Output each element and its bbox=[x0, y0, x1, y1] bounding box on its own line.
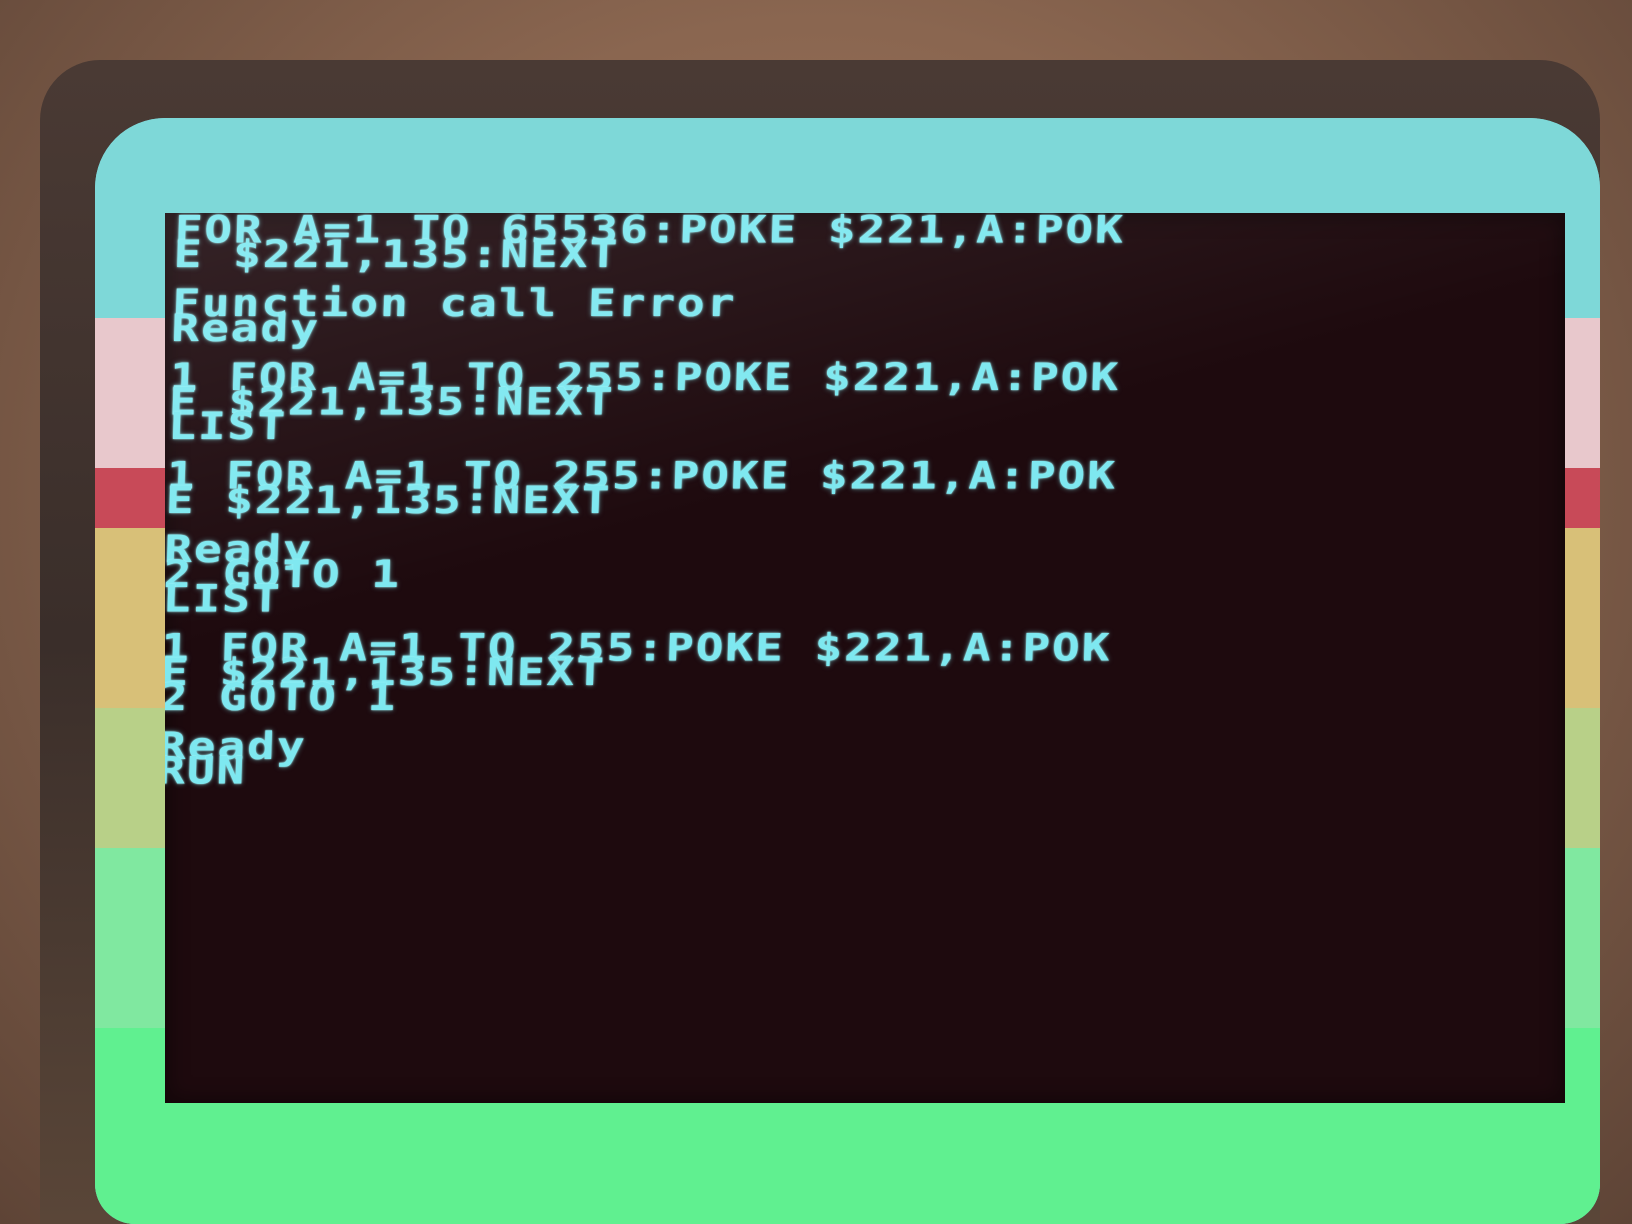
command-line: RUN bbox=[165, 748, 248, 793]
program-line: 2 GOTO 1 bbox=[165, 674, 398, 719]
ready-prompt: Ready bbox=[165, 723, 308, 769]
photo-frame: FOR A=1 TO 65536:POKE $221,A:POK E $221,1… bbox=[0, 0, 1632, 1224]
screen-text: FOR A=1 TO 65536:POKE $221,A:POK E $221,1… bbox=[165, 213, 1126, 793]
crt-tube: FOR A=1 TO 65536:POKE $221,A:POK E $221,1… bbox=[95, 118, 1600, 1224]
basic-screen[interactable]: FOR A=1 TO 65536:POKE $221,A:POK E $221,1… bbox=[165, 213, 1565, 1103]
program-line: 2 GOTO 1 bbox=[165, 551, 402, 596]
